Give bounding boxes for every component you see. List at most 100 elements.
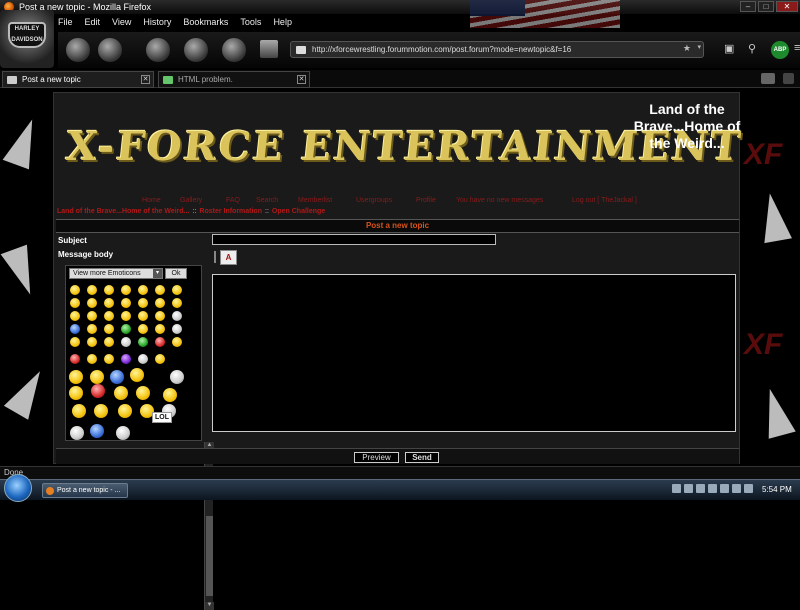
preview-button[interactable]: Preview	[354, 452, 399, 463]
emoticon-icon[interactable]	[70, 354, 80, 364]
nav-messages[interactable]: You have no new messages	[456, 197, 543, 204]
emoticon-icon[interactable]	[136, 386, 150, 400]
tab-close-icon[interactable]: ✕	[297, 75, 306, 84]
scroll-down-icon[interactable]: ▼	[205, 602, 214, 610]
adblock-plus-icon[interactable]: ABP	[771, 41, 789, 59]
emoticon-icon[interactable]	[72, 404, 86, 418]
menu-view[interactable]: View	[112, 17, 131, 27]
tab-groups-icon[interactable]	[761, 73, 775, 84]
tray-speaker-icon[interactable]	[744, 484, 753, 493]
emoticon-icon[interactable]	[138, 354, 148, 364]
emoticon-icon[interactable]	[155, 324, 165, 334]
emoticon-icon[interactable]	[110, 370, 124, 384]
subject-input[interactable]	[212, 234, 496, 245]
gun-icon[interactable]	[98, 38, 122, 62]
emoticon-icon[interactable]	[69, 386, 83, 400]
emoticon-icon[interactable]	[90, 370, 104, 384]
emoticon-icon[interactable]	[90, 424, 104, 438]
tray-update-icon[interactable]	[708, 484, 717, 493]
tray-network-icon[interactable]	[672, 484, 681, 493]
url-dropdown-icon[interactable]: ▾	[697, 43, 701, 51]
emoticon-icon[interactable]	[69, 370, 83, 384]
menu-edit[interactable]: Edit	[85, 17, 101, 27]
emoticon-icon[interactable]	[70, 285, 80, 295]
menu-help[interactable]: Help	[273, 17, 292, 27]
nav-faq[interactable]: FAQ	[226, 197, 240, 204]
emoticon-icon[interactable]	[172, 298, 182, 308]
emoticon-icon[interactable]	[121, 298, 131, 308]
emoticon-icon[interactable]	[104, 354, 114, 364]
tab-list-icon[interactable]	[783, 73, 794, 84]
emoticon-icon[interactable]	[138, 298, 148, 308]
emoticon-icon[interactable]	[170, 370, 184, 384]
emoticon-icon[interactable]	[87, 324, 97, 334]
emoticon-icon[interactable]	[172, 324, 182, 334]
emoticon-icon[interactable]	[138, 285, 148, 295]
emoticon-icon[interactable]	[87, 354, 97, 364]
emoticon-icon[interactable]	[121, 324, 131, 334]
send-button[interactable]: Send	[405, 452, 439, 463]
nav-logout[interactable]: Log out [ TheJackal ]	[572, 197, 637, 204]
breadcrumb-subforum[interactable]: Open Challenge	[272, 208, 325, 215]
emoticon-icon[interactable]	[121, 337, 131, 347]
maximize-button[interactable]: □	[758, 1, 774, 12]
harley-davidson-icon[interactable]	[222, 38, 246, 62]
turbo-icon[interactable]	[146, 38, 170, 62]
tab-post-new-topic[interactable]: Post a new topic ✕	[2, 71, 154, 88]
tray-security-icon[interactable]	[696, 484, 705, 493]
nav-search[interactable]: Search	[256, 197, 278, 204]
emoticon-icon[interactable]	[121, 285, 131, 295]
emoticon-icon[interactable]	[70, 324, 80, 334]
menu-history[interactable]: History	[143, 17, 171, 27]
scroll-thumb[interactable]	[206, 516, 213, 596]
start-button[interactable]	[4, 474, 32, 502]
emoticon-icon[interactable]	[116, 426, 130, 440]
tray-chat-icon[interactable]	[732, 484, 741, 493]
emoticon-icon[interactable]	[104, 311, 114, 321]
emoticon-icon[interactable]	[87, 285, 97, 295]
emoticon-icon[interactable]	[114, 386, 128, 400]
emoticon-icon[interactable]	[155, 298, 165, 308]
menu-icon[interactable]: ≡	[794, 42, 800, 54]
taskbar-clock[interactable]: 5:54 PM	[762, 485, 792, 494]
emoticon-icon[interactable]	[87, 298, 97, 308]
emoticon-icon[interactable]	[104, 337, 114, 347]
nav-usergroups[interactable]: Usergroups	[356, 197, 392, 204]
breadcrumb-category[interactable]: Roster Information	[199, 208, 262, 215]
skull-icon[interactable]	[184, 38, 208, 62]
emoticon-icon[interactable]	[121, 354, 131, 364]
site-logo[interactable]: X-FORCE ENTERTAINMENT	[63, 123, 745, 175]
nav-gallery[interactable]: Gallery	[180, 197, 202, 204]
emoticon-icon[interactable]	[155, 285, 165, 295]
emoticon-icon[interactable]	[138, 324, 148, 334]
emoticon-icon[interactable]	[130, 368, 144, 382]
nav-home[interactable]: Home	[142, 197, 161, 204]
emoticon-icon[interactable]	[138, 311, 148, 321]
emoticon-icon[interactable]	[163, 388, 177, 402]
bookmark-star-icon[interactable]: ★	[683, 43, 691, 54]
emoticon-icon[interactable]	[70, 426, 84, 440]
url-text[interactable]: http://xforcewrestling.forummotion.com/p…	[312, 45, 571, 54]
emoticon-icon[interactable]	[121, 311, 131, 321]
taskbar-firefox-button[interactable]: Post a new topic - ...	[42, 483, 128, 498]
nav-profile[interactable]: Profile	[416, 197, 436, 204]
menu-bookmarks[interactable]: Bookmarks	[183, 17, 228, 27]
search-icon[interactable]: ⚲	[748, 42, 756, 55]
emoticons-ok-button[interactable]: Ok	[165, 268, 187, 279]
emoticon-icon[interactable]	[70, 337, 80, 347]
emoticon-icon[interactable]	[155, 354, 165, 364]
tab-html-problem[interactable]: HTML problem. ✕	[158, 71, 310, 88]
emoticon-icon[interactable]	[104, 324, 114, 334]
emoticon-icon[interactable]	[87, 311, 97, 321]
lol-sign-emoticon[interactable]: LOL	[152, 412, 172, 423]
emoticon-icon[interactable]	[91, 384, 105, 398]
emoticon-icon[interactable]	[118, 404, 132, 418]
emoticon-icon[interactable]	[104, 298, 114, 308]
emoticon-icon[interactable]	[172, 311, 182, 321]
menu-tools[interactable]: Tools	[240, 17, 261, 27]
tray-battery-icon[interactable]	[720, 484, 729, 493]
emoticon-icon[interactable]	[138, 337, 148, 347]
menu-file[interactable]: File	[58, 17, 73, 27]
url-bar[interactable]: http://xforcewrestling.forummotion.com/p…	[290, 41, 704, 58]
search-engine-icon[interactable]: ▣	[724, 42, 734, 55]
